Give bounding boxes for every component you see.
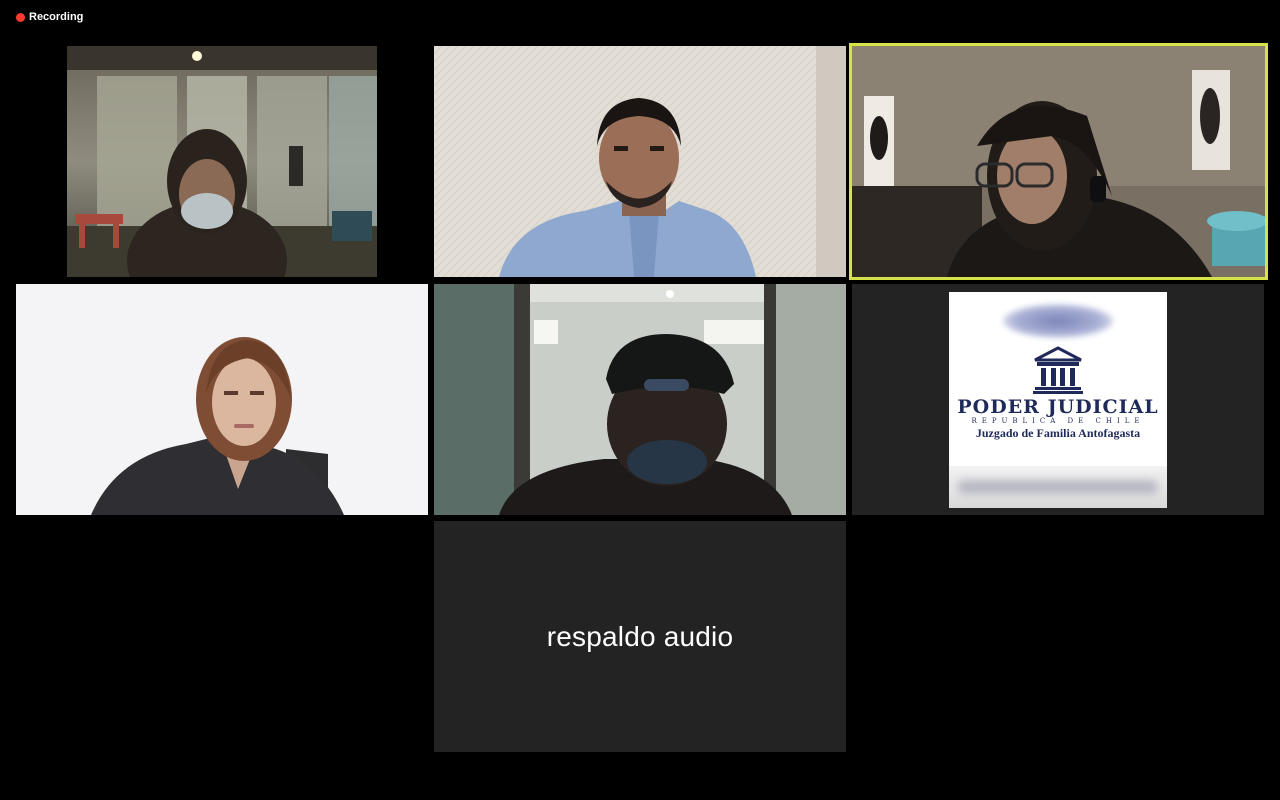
logo-subtitle: REPUBLICA DE CHILE: [971, 417, 1145, 425]
woman-dark-sweater-video: [16, 284, 428, 515]
participant-video-tile-1[interactable]: [67, 46, 377, 277]
man-blue-shirt-video: [434, 46, 846, 277]
recording-label: Recording: [29, 11, 84, 23]
recording-indicator[interactable]: Recording: [16, 11, 83, 23]
participant-video-tile-4[interactable]: [16, 284, 428, 515]
courthouse-icon: [1033, 346, 1083, 394]
logo-court-name: Juzgado de Familia Antofagasta: [975, 426, 1141, 440]
participant-logo-tile[interactable]: PODER JUDICIAL REPUBLICA DE CHILE Juzgad…: [852, 284, 1264, 515]
masked-woman-video: [67, 46, 377, 277]
participant-name-tile[interactable]: respaldo audio: [434, 521, 846, 752]
blurred-emblem-icon: [1003, 304, 1113, 338]
participant-video-tile-5[interactable]: [434, 284, 846, 515]
court-logo-card: PODER JUDICIAL REPUBLICA DE CHILE Juzgad…: [949, 292, 1167, 508]
participant-name: respaldo audio: [546, 620, 734, 652]
blurred-caption: [949, 466, 1167, 508]
recording-dot-icon: [16, 12, 25, 22]
participant-video-tile-3-active-speaker[interactable]: [849, 43, 1268, 280]
logo-title: PODER JUDICIAL: [957, 396, 1159, 418]
man-cap-dark-video: [434, 284, 846, 515]
woman-glasses-headset-video: [852, 46, 1265, 277]
participant-video-tile-2[interactable]: [434, 46, 846, 277]
meeting-gallery-view: Recording PODER JUDICIAL REPUBLICA DE CH…: [0, 0, 1280, 800]
